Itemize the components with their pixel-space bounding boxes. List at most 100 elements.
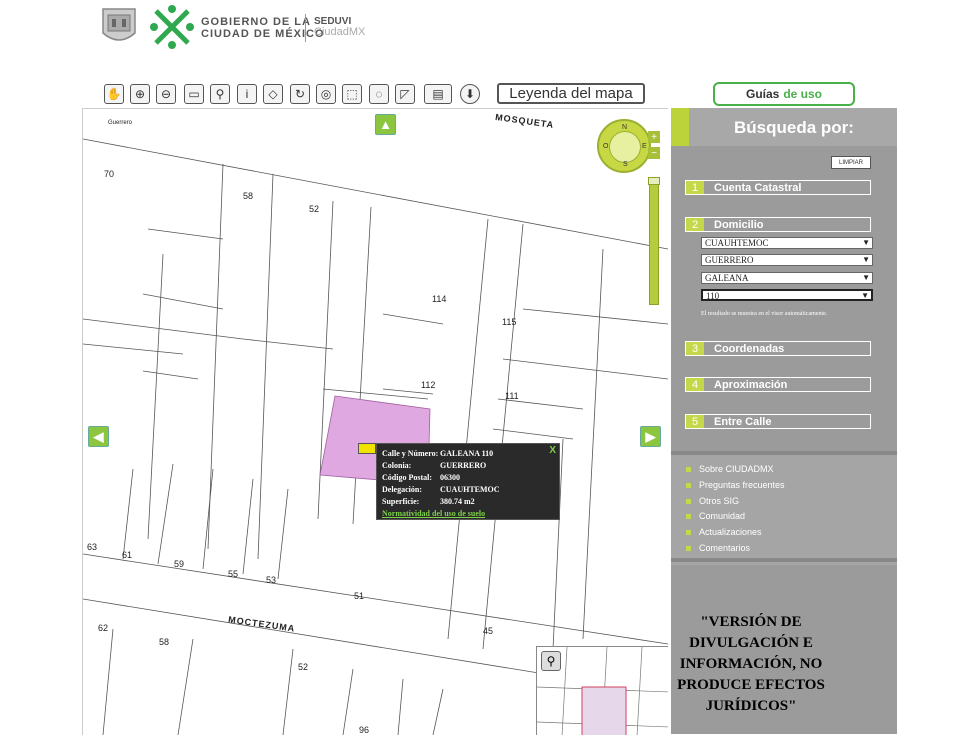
pan-west-arrow-icon[interactable]: ◀: [88, 426, 109, 447]
select-icon[interactable]: ⬚: [342, 84, 362, 104]
link-preguntas-frecuentes[interactable]: Preguntas frecuentes: [686, 480, 785, 490]
popup-value: 06300: [440, 473, 460, 482]
section-aproximacion[interactable]: 4 Aproximación: [685, 377, 871, 392]
bullet-icon: [686, 530, 691, 536]
lot-number: 70: [104, 169, 115, 179]
link-comunidad[interactable]: Comunidad: [686, 511, 745, 521]
chevron-down-icon: ▼: [862, 255, 870, 264]
numero-select[interactable]: 110 ▼: [701, 289, 873, 301]
compass-south-label[interactable]: S: [623, 161, 628, 168]
lot-number: 55: [228, 569, 239, 579]
zoom-out-icon[interactable]: ⊖: [156, 84, 176, 104]
eraser-icon[interactable]: ◇: [263, 84, 283, 104]
section-number: 4: [686, 378, 704, 391]
bullet-icon: [686, 546, 691, 552]
link-actualizaciones[interactable]: Actualizaciones: [686, 527, 762, 537]
pan-hand-icon[interactable]: ✋: [104, 84, 124, 104]
section-domicilio[interactable]: 2 Domicilio: [685, 217, 871, 232]
links-panel: Sobre CIUDADMX Preguntas frecuentes Otro…: [671, 451, 897, 565]
section-number: 1: [686, 181, 704, 194]
zoom-slider[interactable]: [649, 177, 659, 305]
overview-zoom-icon[interactable]: ⚲: [541, 651, 561, 671]
calle-select[interactable]: GALEANA ▼: [701, 272, 873, 284]
zoom-in-icon[interactable]: ⊕: [130, 84, 150, 104]
section-number: 3: [686, 342, 704, 355]
site-header: GOBIERNO DE LA CIUDAD DE MÉXICO SEDUVI C…: [0, 0, 979, 80]
select-value: GALEANA: [705, 273, 749, 283]
section-entre-calle[interactable]: 5 Entre Calle: [685, 414, 871, 429]
overview-map[interactable]: ⚲: [536, 646, 668, 735]
zoom-slider-thumb[interactable]: [648, 177, 660, 185]
refresh-icon[interactable]: ↻: [290, 84, 310, 104]
identify-icon[interactable]: ◎: [316, 84, 336, 104]
section-label: Coordenadas: [714, 342, 785, 355]
link-sobre-ciudadmx[interactable]: Sobre CIUDADMX: [686, 464, 774, 474]
print-icon[interactable]: ▤: [424, 84, 452, 104]
download-icon[interactable]: ⬇: [460, 84, 480, 104]
search-title: Búsqueda por:: [734, 118, 854, 137]
lot-number: 111: [505, 391, 519, 401]
lot-number: 58: [243, 191, 254, 201]
section-coordenadas[interactable]: 3 Coordenadas: [685, 341, 871, 356]
section-label: Domicilio: [714, 218, 764, 231]
delegacion-select[interactable]: CUAUHTEMOC ▼: [701, 237, 873, 249]
link-label: Preguntas frecuentes: [699, 480, 785, 490]
lot-number: 115: [502, 317, 517, 327]
lot-number: 52: [309, 204, 320, 214]
section-cuenta-catastral[interactable]: 1 Cuenta Catastral: [685, 180, 871, 195]
map-canvas[interactable]: [83, 109, 668, 735]
pan-east-arrow-icon[interactable]: ▶: [640, 426, 661, 447]
compass-west-label[interactable]: O: [603, 143, 608, 150]
popup-key: Calle y Número:: [382, 449, 439, 458]
link-label: Comentarios: [699, 543, 751, 553]
link-comentarios[interactable]: Comentarios: [686, 543, 750, 553]
link-label: Sobre CIUDADMX: [699, 464, 774, 474]
compass-ring: [609, 131, 641, 163]
bullet-icon: [686, 467, 691, 473]
chevron-down-icon: ▼: [861, 291, 869, 300]
info-icon[interactable]: i: [237, 84, 257, 104]
lot-number: 51: [354, 591, 365, 601]
map-viewer[interactable]: MOSQUETA MOCTEZUMA Guerrero 70 58 52 114…: [82, 108, 668, 735]
land-use-link[interactable]: Normatividad del uso de suelo: [382, 508, 485, 520]
link-otros-sig[interactable]: Otros SIG: [686, 496, 739, 506]
measure-icon[interactable]: ▭: [184, 84, 204, 104]
guides-label: Guías: [745, 87, 780, 101]
lot-number: 53: [266, 575, 277, 585]
pan-north-arrow-icon[interactable]: ▲: [375, 114, 396, 135]
section-label: Cuenta Catastral: [714, 181, 802, 194]
compass-north-label[interactable]: N: [622, 124, 627, 131]
ciudadmx-label: CiudadMX: [314, 26, 366, 38]
select-value: 110: [706, 291, 720, 301]
polygon-select-icon[interactable]: ◸: [395, 84, 415, 104]
compass-east-label[interactable]: E: [642, 143, 647, 150]
gov-line-2: CIUDAD DE MÉXICO: [201, 28, 325, 40]
zoom-minus-button[interactable]: −: [648, 147, 660, 159]
chevron-down-icon: ▼: [862, 238, 870, 247]
popup-key: Superficie:: [382, 497, 420, 506]
lasso-icon[interactable]: ◌: [369, 84, 389, 104]
lot-number: 45: [483, 626, 494, 636]
bullet-icon: [686, 483, 691, 489]
link-label: Otros SIG: [699, 496, 740, 506]
location-marker: [358, 443, 376, 454]
colonia-select[interactable]: GUERRERO ▼: [701, 254, 873, 266]
guides-button[interactable]: Guías de uso: [713, 82, 855, 106]
chevron-down-icon: ▼: [862, 273, 870, 282]
section-label: Aproximación: [714, 378, 788, 391]
zoom-plus-button[interactable]: +: [648, 131, 660, 143]
walk-icon[interactable]: ⚲: [210, 84, 230, 104]
clear-button[interactable]: LIMPIAR: [831, 156, 871, 169]
popup-value: 380.74 m2: [440, 497, 475, 506]
sidebar-divider: [671, 558, 897, 562]
section-number: 2: [686, 218, 704, 231]
select-value: GUERRERO: [705, 255, 754, 265]
section-number: 5: [686, 415, 704, 428]
cdmx-mark-logo: [150, 5, 194, 49]
lot-number: 61: [122, 550, 133, 560]
legend-button[interactable]: Leyenda del mapa: [497, 83, 645, 104]
gov-line-1: GOBIERNO DE LA: [201, 16, 311, 28]
search-header: Búsqueda por:: [671, 108, 897, 146]
compass-control[interactable]: N S E O: [597, 119, 651, 173]
popup-close-button[interactable]: X: [549, 445, 556, 456]
